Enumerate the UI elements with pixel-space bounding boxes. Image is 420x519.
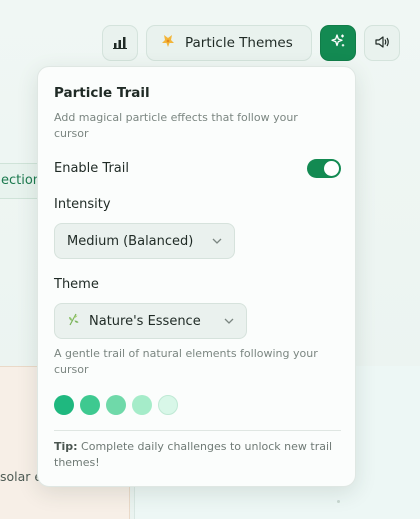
background-text: solar e bbox=[0, 469, 43, 484]
particle-trail-popover: Particle Trail Add magical particle effe… bbox=[37, 66, 356, 487]
particle-trail-button[interactable] bbox=[320, 25, 356, 61]
intensity-label: Intensity bbox=[54, 197, 111, 212]
particle-themes-label: Particle Themes bbox=[185, 35, 293, 51]
stats-button[interactable] bbox=[102, 25, 138, 61]
palette-swatch bbox=[132, 395, 152, 415]
tip-body: Complete daily challenges to unlock new … bbox=[54, 440, 333, 469]
popover-title: Particle Trail bbox=[54, 85, 150, 101]
tip-prefix: Tip: bbox=[54, 440, 78, 453]
palette-swatch bbox=[106, 395, 126, 415]
sparkle-star-icon bbox=[161, 34, 175, 52]
speaker-icon bbox=[374, 34, 390, 53]
palette-swatch bbox=[54, 395, 74, 415]
chevron-down-icon bbox=[224, 318, 234, 324]
bar-chart-icon bbox=[113, 34, 127, 53]
background-dot bbox=[337, 500, 340, 503]
enable-trail-label: Enable Trail bbox=[54, 161, 129, 176]
toggle-knob bbox=[324, 161, 339, 176]
particle-themes-button[interactable]: Particle Themes bbox=[146, 25, 312, 61]
enable-trail-toggle[interactable] bbox=[307, 159, 341, 178]
intensity-select[interactable]: Medium (Balanced) bbox=[54, 223, 235, 259]
magic-sparkles-icon bbox=[330, 33, 346, 53]
palette-swatch bbox=[158, 395, 178, 415]
theme-label: Theme bbox=[54, 277, 99, 292]
divider bbox=[54, 430, 341, 431]
popover-description: Add magical particle effects that follow… bbox=[54, 111, 298, 140]
theme-select[interactable]: Nature's Essence bbox=[54, 303, 247, 339]
sound-button[interactable] bbox=[364, 25, 400, 61]
leaf-sprig-icon bbox=[67, 312, 81, 330]
palette-swatch bbox=[80, 395, 100, 415]
theme-description: A gentle trail of natural elements follo… bbox=[54, 347, 318, 376]
intensity-value: Medium (Balanced) bbox=[67, 233, 194, 249]
theme-value: Nature's Essence bbox=[89, 313, 201, 329]
tip-text: Tip: Complete daily challenges to unlock… bbox=[54, 439, 339, 471]
chevron-down-icon bbox=[212, 238, 222, 244]
